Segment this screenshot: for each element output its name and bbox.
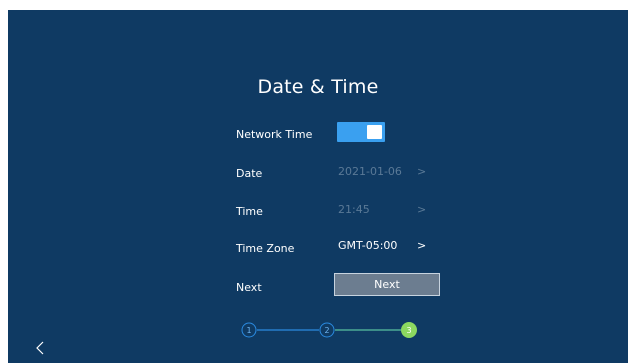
back-arrow-icon[interactable] [34,341,48,355]
step-2-number: 2 [324,326,329,335]
step-1-number: 1 [246,326,251,335]
step-3-number: 3 [406,326,411,335]
time-chevron-icon[interactable]: > [417,203,426,216]
time-zone-chevron-icon[interactable]: > [417,239,426,252]
time-label: Time [236,205,263,218]
next-button[interactable]: Next [334,273,440,296]
time-value[interactable]: 21:45 [338,203,370,216]
next-label: Next [236,281,262,294]
network-time-label: Network Time [236,128,313,141]
toggle-knob [367,125,382,139]
network-time-toggle[interactable] [337,122,385,142]
time-zone-value[interactable]: GMT-05:00 [338,239,397,252]
time-zone-label: Time Zone [236,242,295,255]
date-label: Date [236,167,263,180]
page-title: Date & Time [257,76,379,98]
date-value[interactable]: 2021-01-06 [338,165,402,178]
date-chevron-icon[interactable]: > [417,165,426,178]
setup-progress: 1 2 3 [38,322,608,338]
setup-screen: Date & Time Network Time Date 2021-01-06… [8,10,628,363]
